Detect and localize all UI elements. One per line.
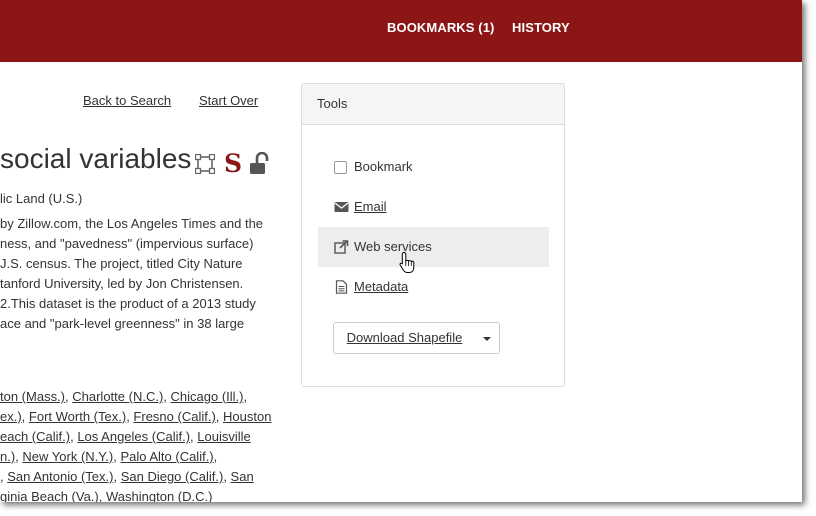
description-line: by Zillow.com, the Los Angeles Times and… [0,216,264,231]
place-link[interactable]: Louisville [197,429,250,444]
record-description: by Zillow.com, the Los Angeles Times and… [0,214,300,334]
envelope-icon [334,202,349,212]
places-line: , San Antonio (Tex.), San Diego (Calif.)… [0,467,300,487]
nav-bookmarks-link[interactable]: BOOKMARKS (1) [387,0,494,56]
places-line: n.), New York (N.Y.), Palo Alto (Calif.)… [0,447,300,467]
document-icon [335,280,348,294]
caret-down-icon [483,337,491,341]
description-line: 2.This dataset is the product of a 2013 … [0,296,256,311]
web-services-tool[interactable]: Web services [318,227,549,267]
place-link[interactable]: ginia Beach (Va.) [0,489,99,502]
download-options-dropdown[interactable] [475,322,500,354]
place-separator: , [163,389,171,404]
external-link-icon [334,240,349,254]
record-places: ton (Mass.), Charlotte (N.C.), Chicago (… [0,387,300,502]
bookmark-checkbox[interactable] [334,161,347,174]
description-line: ace and "park-level greenness" in 38 lar… [0,316,245,331]
description-line: ness, and "pavedness" (impervious surfac… [0,236,254,251]
place-link[interactable]: Houston [223,409,271,424]
place-link[interactable]: San [231,469,254,484]
place-link[interactable]: Los Angeles (Calif.) [77,429,190,444]
hand-pointer-icon [399,251,415,273]
email-link[interactable]: Email [354,187,387,227]
place-link[interactable]: Fresno (Calif.) [133,409,215,424]
email-tool[interactable]: Email [318,187,549,227]
places-line: ton (Mass.), Charlotte (N.C.), Chicago (… [0,387,300,407]
record-subject: lic Land (U.S.) [0,191,83,206]
bounding-box-icon [195,154,215,174]
top-navbar: BOOKMARKS (1) HISTORY [0,0,802,62]
place-link[interactable]: Fort Worth (Tex.) [29,409,126,424]
bookmark-label[interactable]: Bookmark [354,147,413,187]
stanford-logo-icon: S [224,149,243,178]
unlock-icon [250,152,269,174]
place-link[interactable]: Washington (D.C.) [106,489,212,502]
place-separator: , [223,469,231,484]
place-link[interactable]: San Antonio (Tex.) [7,469,113,484]
place-link[interactable]: each (Calif.) [0,429,70,444]
record-title: social variables [0,143,192,174]
place-link[interactable]: Charlotte (N.C.) [72,389,163,404]
tools-heading: Tools [302,84,564,125]
place-separator: , [98,489,106,502]
place-link[interactable]: New York (N.Y.) [22,449,113,464]
back-to-search-link[interactable]: Back to Search [83,93,171,108]
places-line: each (Calif.), Los Angeles (Calif.), Lou… [0,427,300,447]
place-link[interactable]: ex.) [0,409,22,424]
place-link[interactable]: ton (Mass.) [0,389,65,404]
start-over-link[interactable]: Start Over [199,93,258,108]
place-separator: , [243,389,248,404]
nav-history-link[interactable]: HISTORY [512,0,570,56]
description-line: tanford University, led by Jon Christens… [0,276,244,291]
places-line: ex.), Fort Worth (Tex.), Fresno (Calif.)… [0,407,300,427]
place-separator: , [113,469,121,484]
description-line: J.S. census. The project, titled City Na… [0,256,243,271]
metadata-tool[interactable]: Metadata [318,267,549,307]
place-link[interactable]: San Diego (Calif.) [121,469,224,484]
download-shapefile-button[interactable]: Download Shapefile [333,322,476,354]
places-line: ginia Beach (Va.), Washington (D.C.) [0,487,300,502]
place-separator: , [213,449,218,464]
place-separator: , [215,409,224,424]
place-link[interactable]: n.) [0,449,15,464]
web-services-link[interactable]: Web services [354,227,432,267]
bookmark-toggle[interactable]: Bookmark [318,147,549,187]
place-link[interactable]: Palo Alto (Calif.) [120,449,213,464]
browser-frame: BOOKMARKS (1) HISTORY Back to Search Sta… [0,0,802,502]
place-separator: , [21,409,29,424]
place-link[interactable]: Chicago (Ill.) [171,389,244,404]
tools-panel: Tools Bookmark Email Web services Metada… [301,83,565,387]
